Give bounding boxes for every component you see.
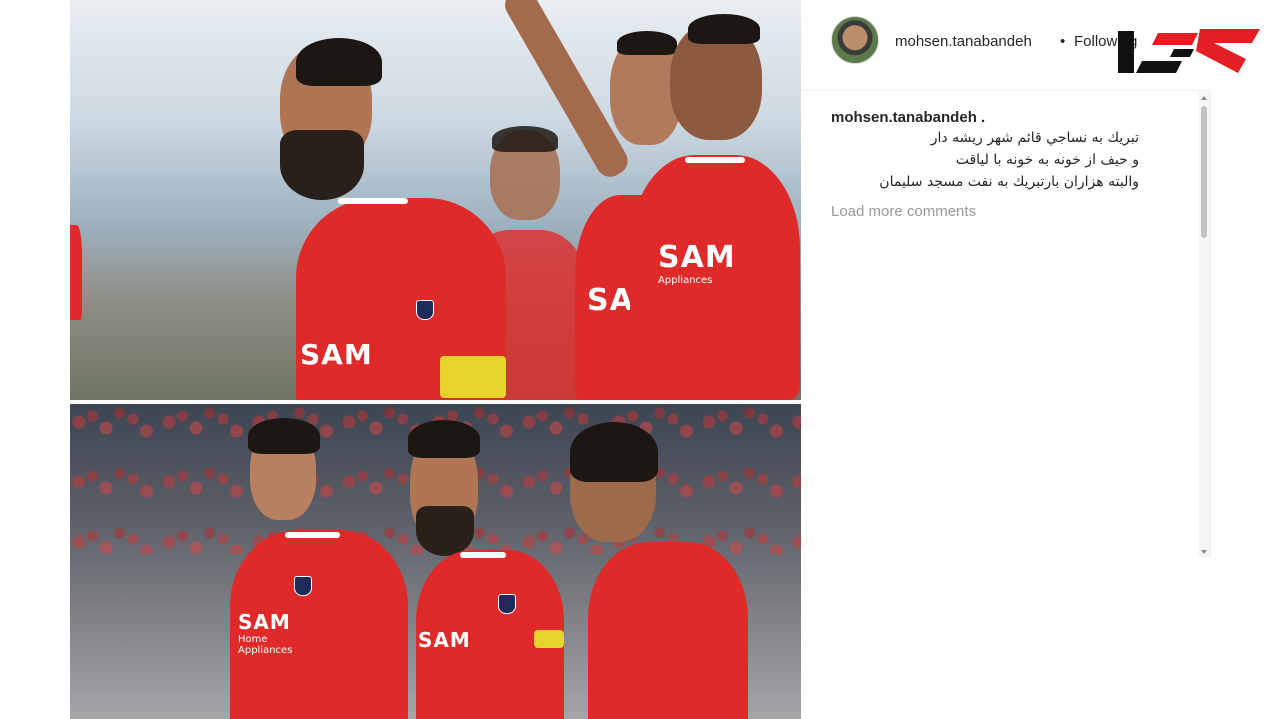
- sponsor-logo: SAM: [300, 338, 373, 371]
- header-separator: •: [1060, 33, 1066, 50]
- post-photo-top: SAM SAM SAM Appliances: [70, 0, 801, 400]
- load-more-comments-link[interactable]: Load more comments: [831, 203, 1201, 220]
- scroll-down-arrow-icon[interactable]: [1201, 550, 1207, 554]
- captain-armband: [440, 356, 506, 398]
- comment-line-1: تبريك به نساجي قائم شهر ريشه دار: [930, 130, 1139, 146]
- sponsor-logo: SAM: [418, 628, 471, 652]
- username-link[interactable]: mohsen.tanabandeh: [895, 33, 1032, 50]
- comment-line-3: والبته هزاران بارتبريك به نفت مسجد سليما…: [879, 174, 1139, 190]
- club-crest: [416, 300, 434, 320]
- comments-section: mohsen.tanabandeh . تبريك به نساجي قائم …: [831, 108, 1201, 220]
- club-crest: [498, 594, 516, 614]
- post-side-panel: mohsen.tanabandeh • Following mohsen.tan…: [801, 0, 1280, 719]
- sponsor-logo: SAM Appliances: [658, 240, 736, 286]
- site-logo: [1118, 29, 1260, 73]
- comment-author[interactable]: mohsen.tanabandeh .: [831, 108, 1201, 127]
- avatar[interactable]: [831, 16, 879, 64]
- sponsor-logo: SAM Home Appliances: [238, 610, 293, 656]
- scroll-up-arrow-icon[interactable]: [1201, 96, 1207, 100]
- post-photo-bottom: SAM Home Appliances SAM: [70, 404, 801, 719]
- comments-scrollbar[interactable]: [1198, 92, 1210, 558]
- panel-divider: [1210, 92, 1211, 558]
- captain-armband: [534, 630, 564, 648]
- club-crest: [294, 576, 312, 596]
- scroll-thumb[interactable]: [1201, 106, 1207, 238]
- comment-line-2: و حيف از خونه به خونه با لياقت: [955, 152, 1139, 168]
